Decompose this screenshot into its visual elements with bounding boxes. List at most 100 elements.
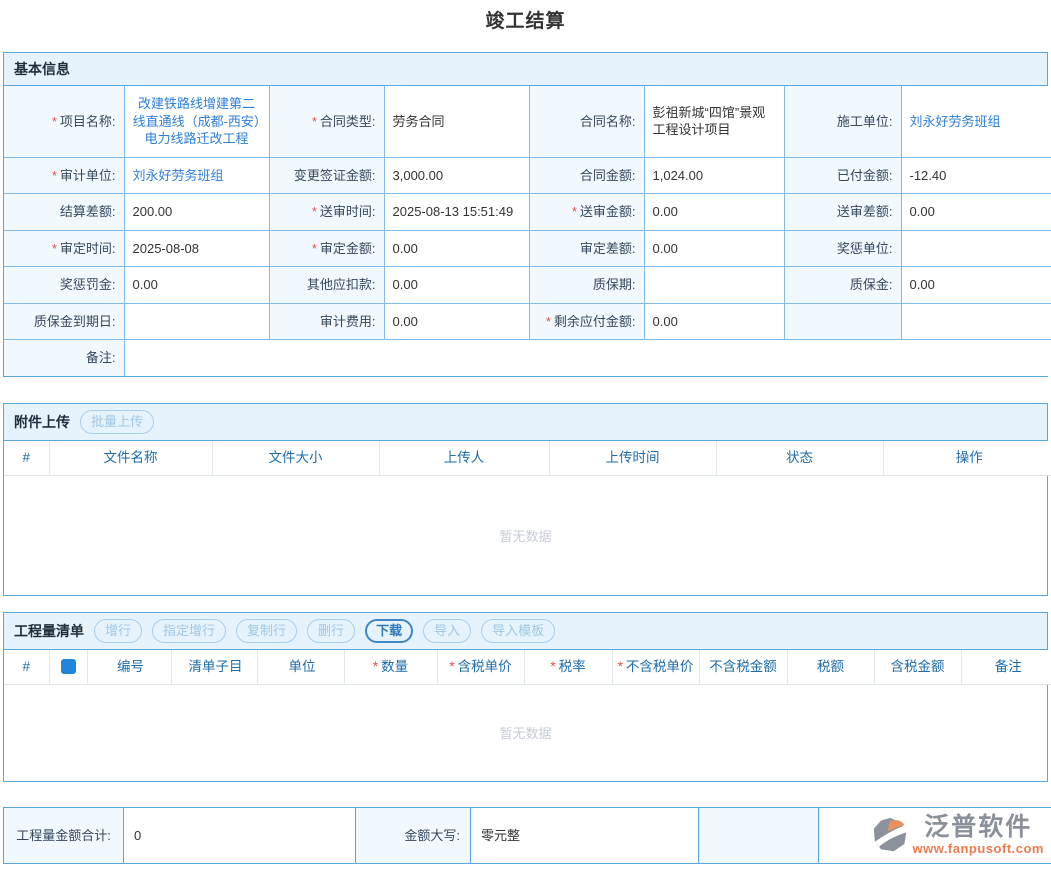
value-text: 0.00: [910, 204, 935, 219]
label-approval-diff: 审定差额:: [529, 230, 644, 267]
audit-unit-link[interactable]: 刘永好劳务班组: [133, 168, 224, 183]
label-text: 剩余应付金额:: [554, 314, 636, 329]
label-text: 奖惩罚金:: [60, 277, 116, 292]
add-row-button[interactable]: 增行: [94, 619, 142, 643]
label-text: 质保期:: [593, 277, 636, 292]
label-change-visa-amount: 变更签证金额:: [269, 157, 384, 194]
value-remark: [124, 340, 1051, 376]
required-mark: *: [572, 204, 577, 219]
footer-brand-cell: 泛普软件 www.fanpusoft.com: [819, 807, 1051, 864]
footer-empty-cell: [699, 807, 819, 864]
col-tax-amount: 税额: [787, 650, 874, 684]
project-name-link[interactable]: 改建铁路线增建第二线直通线（成都-西安）电力线路迁改工程: [133, 96, 261, 146]
basic-info-title: 基本信息: [14, 59, 70, 79]
empty-text: 暂无数据: [499, 526, 551, 545]
value-settlement-diff: 200.00: [124, 194, 269, 231]
batch-upload-button[interactable]: 批量上传: [80, 410, 154, 434]
label-empty: [784, 303, 901, 340]
label-submit-diff: 送审差额:: [784, 194, 901, 231]
attachment-empty-state: 暂无数据: [4, 476, 1047, 595]
col-text: 含税单价: [458, 659, 512, 674]
label-audit-fee: 审计费用:: [269, 303, 384, 340]
basic-row-1: *项目名称: 改建铁路线增建第二线直通线（成都-西安）电力线路迁改工程 *合同类…: [4, 86, 1051, 157]
basic-row-5: 奖惩罚金: 0.00 其他应扣款: 0.00 质保期: 质保金: 0.00: [4, 267, 1051, 304]
label-text: 送审时间:: [320, 204, 376, 219]
required-mark: *: [312, 241, 317, 256]
value-total-amount: 0: [124, 807, 356, 864]
import-template-button[interactable]: 导入模板: [481, 619, 555, 643]
label-approval-time: *审定时间:: [4, 230, 124, 267]
required-mark: *: [52, 114, 57, 129]
col-amount-without-tax: 不含税金额: [699, 650, 787, 684]
label-warranty-due-date: 质保金到期日:: [4, 303, 124, 340]
insert-row-button[interactable]: 指定增行: [152, 619, 226, 643]
col-price-without-tax: *不含税单价: [612, 650, 699, 684]
label-text: 送审差额:: [837, 204, 893, 219]
label-text: 施工单位:: [837, 114, 893, 129]
col-remark: 备注: [961, 650, 1051, 684]
label-text: 质保金:: [850, 277, 893, 292]
col-number: 编号: [87, 650, 171, 684]
value-amount-in-words: 零元整: [471, 807, 699, 864]
value-text: 0.00: [133, 277, 158, 292]
brand-name: 泛普软件: [912, 814, 1044, 840]
value-text: 200.00: [133, 204, 173, 219]
download-button[interactable]: 下载: [365, 619, 413, 643]
label-reward-punish-unit: 奖惩单位:: [784, 230, 901, 267]
required-mark: *: [312, 114, 317, 129]
col-quantity: *数量: [344, 650, 437, 684]
label-text: 审定差额:: [580, 241, 636, 256]
label-warranty-period: 质保期:: [529, 267, 644, 304]
col-text: 税率: [559, 659, 586, 674]
col-text: 清单子目: [189, 659, 243, 674]
basic-info-header: 基本信息: [4, 53, 1047, 86]
label-project-name: *项目名称:: [4, 86, 124, 157]
value-submit-amount: 0.00: [644, 194, 784, 231]
label-contract-type: *合同类型:: [269, 86, 384, 157]
label-settlement-diff: 结算差额:: [4, 194, 124, 231]
attachment-section: 附件上传 批量上传 # 文件名称 文件大小 上传人 上传时间 状态 操作 暂无数…: [3, 403, 1048, 596]
value-text: 1,024.00: [653, 168, 704, 183]
copy-row-button[interactable]: 复制行: [236, 619, 297, 643]
basic-row-6: 质保金到期日: 审计费用: 0.00 *剩余应付金额: 0.00: [4, 303, 1051, 340]
col-text: 不含税金额: [709, 659, 777, 674]
col-upload-time: 上传时间: [549, 441, 716, 475]
brand-site: www.fanpusoft.com: [912, 840, 1044, 858]
value-text: 0.00: [393, 277, 418, 292]
label-text: 审计单位:: [60, 168, 116, 183]
value-audit-fee: 0.00: [384, 303, 529, 340]
brand-text-block: 泛普软件 www.fanpusoft.com: [912, 814, 1044, 858]
col-select-all: [49, 650, 87, 684]
value-contract-name: 彭祖新城“四馆”景观工程设计项目: [644, 86, 784, 157]
footer-summary: 工程量金额合计: 0 金额大写: 零元整 泛普软件 www.fanpusoft.…: [3, 807, 1048, 865]
delete-row-button[interactable]: 删行: [307, 619, 355, 643]
import-button[interactable]: 导入: [423, 619, 471, 643]
value-change-visa-amount: 3,000.00: [384, 157, 529, 194]
label-construction-unit: 施工单位:: [784, 86, 901, 157]
select-all-checkbox[interactable]: [61, 659, 76, 674]
col-text: 税额: [817, 659, 844, 674]
label-text: 送审金额:: [580, 204, 636, 219]
value-audit-unit: 刘永好劳务班组: [124, 157, 269, 194]
col-text: 备注: [995, 659, 1022, 674]
col-list-item: 清单子目: [171, 650, 257, 684]
boq-empty-state: 暂无数据: [4, 685, 1047, 781]
col-text: 单位: [289, 659, 316, 674]
label-text: 审定金额:: [320, 241, 376, 256]
footer-table: 工程量金额合计: 0 金额大写: 零元整 泛普软件 www.fanpusoft.…: [3, 807, 1051, 865]
label-paid-amount: 已付金额:: [784, 157, 901, 194]
col-text: 编号: [117, 659, 144, 674]
value-contract-type: 劳务合同: [384, 86, 529, 157]
basic-row-2: *审计单位: 刘永好劳务班组 变更签证金额: 3,000.00 合同金额: 1,…: [4, 157, 1051, 194]
col-text: 数量: [381, 659, 408, 674]
value-text: 2025-08-13 15:51:49: [393, 204, 514, 219]
label-text: 合同名称:: [580, 114, 636, 129]
value-approval-diff: 0.00: [644, 230, 784, 267]
construction-unit-link[interactable]: 刘永好劳务班组: [910, 114, 1001, 129]
col-actions: 操作: [883, 441, 1051, 475]
col-file-name: 文件名称: [49, 441, 212, 475]
required-mark: *: [550, 659, 555, 674]
value-text: -12.40: [910, 168, 947, 183]
fanpu-logo-icon: [872, 817, 908, 853]
required-mark: *: [52, 168, 57, 183]
